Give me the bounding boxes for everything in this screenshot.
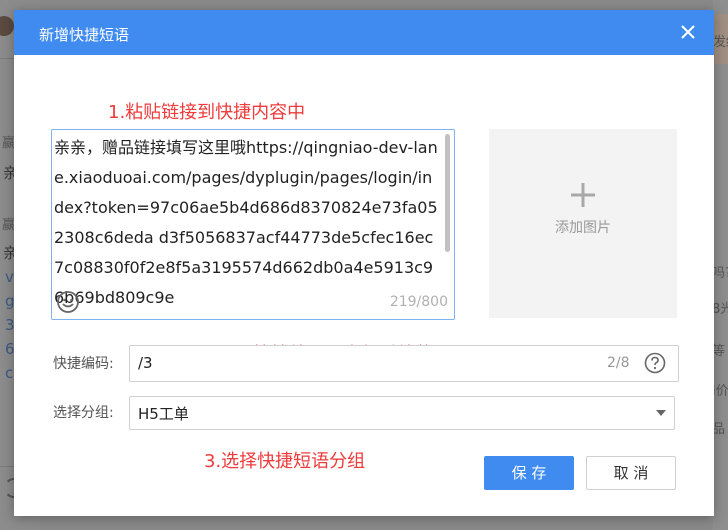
background-text: 吗? bbox=[712, 266, 728, 281]
annotation-step1: 1.粘贴链接到快捷内容中 bbox=[108, 102, 306, 123]
background-text: 发结 bbox=[713, 35, 728, 50]
group-select-label: 选择分组: bbox=[53, 405, 114, 421]
dialog-title: 新增快捷短语 bbox=[39, 26, 130, 44]
shortcut-code-label: 快捷编码: bbox=[53, 356, 114, 372]
background-text: c bbox=[5, 364, 14, 382]
content-char-counter: 219/800 bbox=[385, 294, 448, 310]
add-quick-phrase-dialog: 新增快捷短语 1.粘贴链接到快捷内容中 亲亲，赠品链接填写这里哦https://… bbox=[14, 10, 714, 516]
background-text: i价 bbox=[712, 384, 728, 399]
question-circle-icon[interactable] bbox=[644, 352, 666, 374]
annotation-step3: 3.选择快捷短语分组 bbox=[204, 451, 366, 472]
group-select-value: H5工单 bbox=[138, 405, 189, 423]
background-text: 8光 bbox=[712, 302, 728, 317]
cancel-button[interactable]: 取 消 bbox=[586, 456, 676, 490]
add-image-button[interactable]: 添加图片 bbox=[489, 129, 677, 318]
add-image-label: 添加图片 bbox=[555, 220, 611, 236]
background-text: v bbox=[5, 268, 14, 286]
chevron-down-icon bbox=[656, 410, 666, 416]
smiley-icon[interactable] bbox=[56, 290, 80, 314]
textarea-scrollbar[interactable] bbox=[445, 134, 450, 252]
quick-content-textarea[interactable]: 亲亲，赠品链接填写这里哦https://qingniao-dev-lane.xi… bbox=[51, 129, 455, 320]
save-button[interactable]: 保 存 bbox=[484, 456, 574, 490]
shortcut-code-value: /3 bbox=[138, 354, 153, 372]
dialog-header: 新增快捷短语 bbox=[14, 10, 714, 55]
plus-icon bbox=[571, 183, 595, 207]
quick-content-text: 亲亲，赠品链接填写这里哦https://qingniao-dev-lane.xi… bbox=[54, 138, 438, 307]
shortcut-code-input[interactable]: /3 2/8 bbox=[129, 345, 679, 382]
shortcut-code-counter: 2/8 bbox=[607, 355, 630, 371]
close-icon[interactable] bbox=[679, 23, 697, 41]
group-select[interactable]: H5工单 bbox=[129, 396, 675, 430]
